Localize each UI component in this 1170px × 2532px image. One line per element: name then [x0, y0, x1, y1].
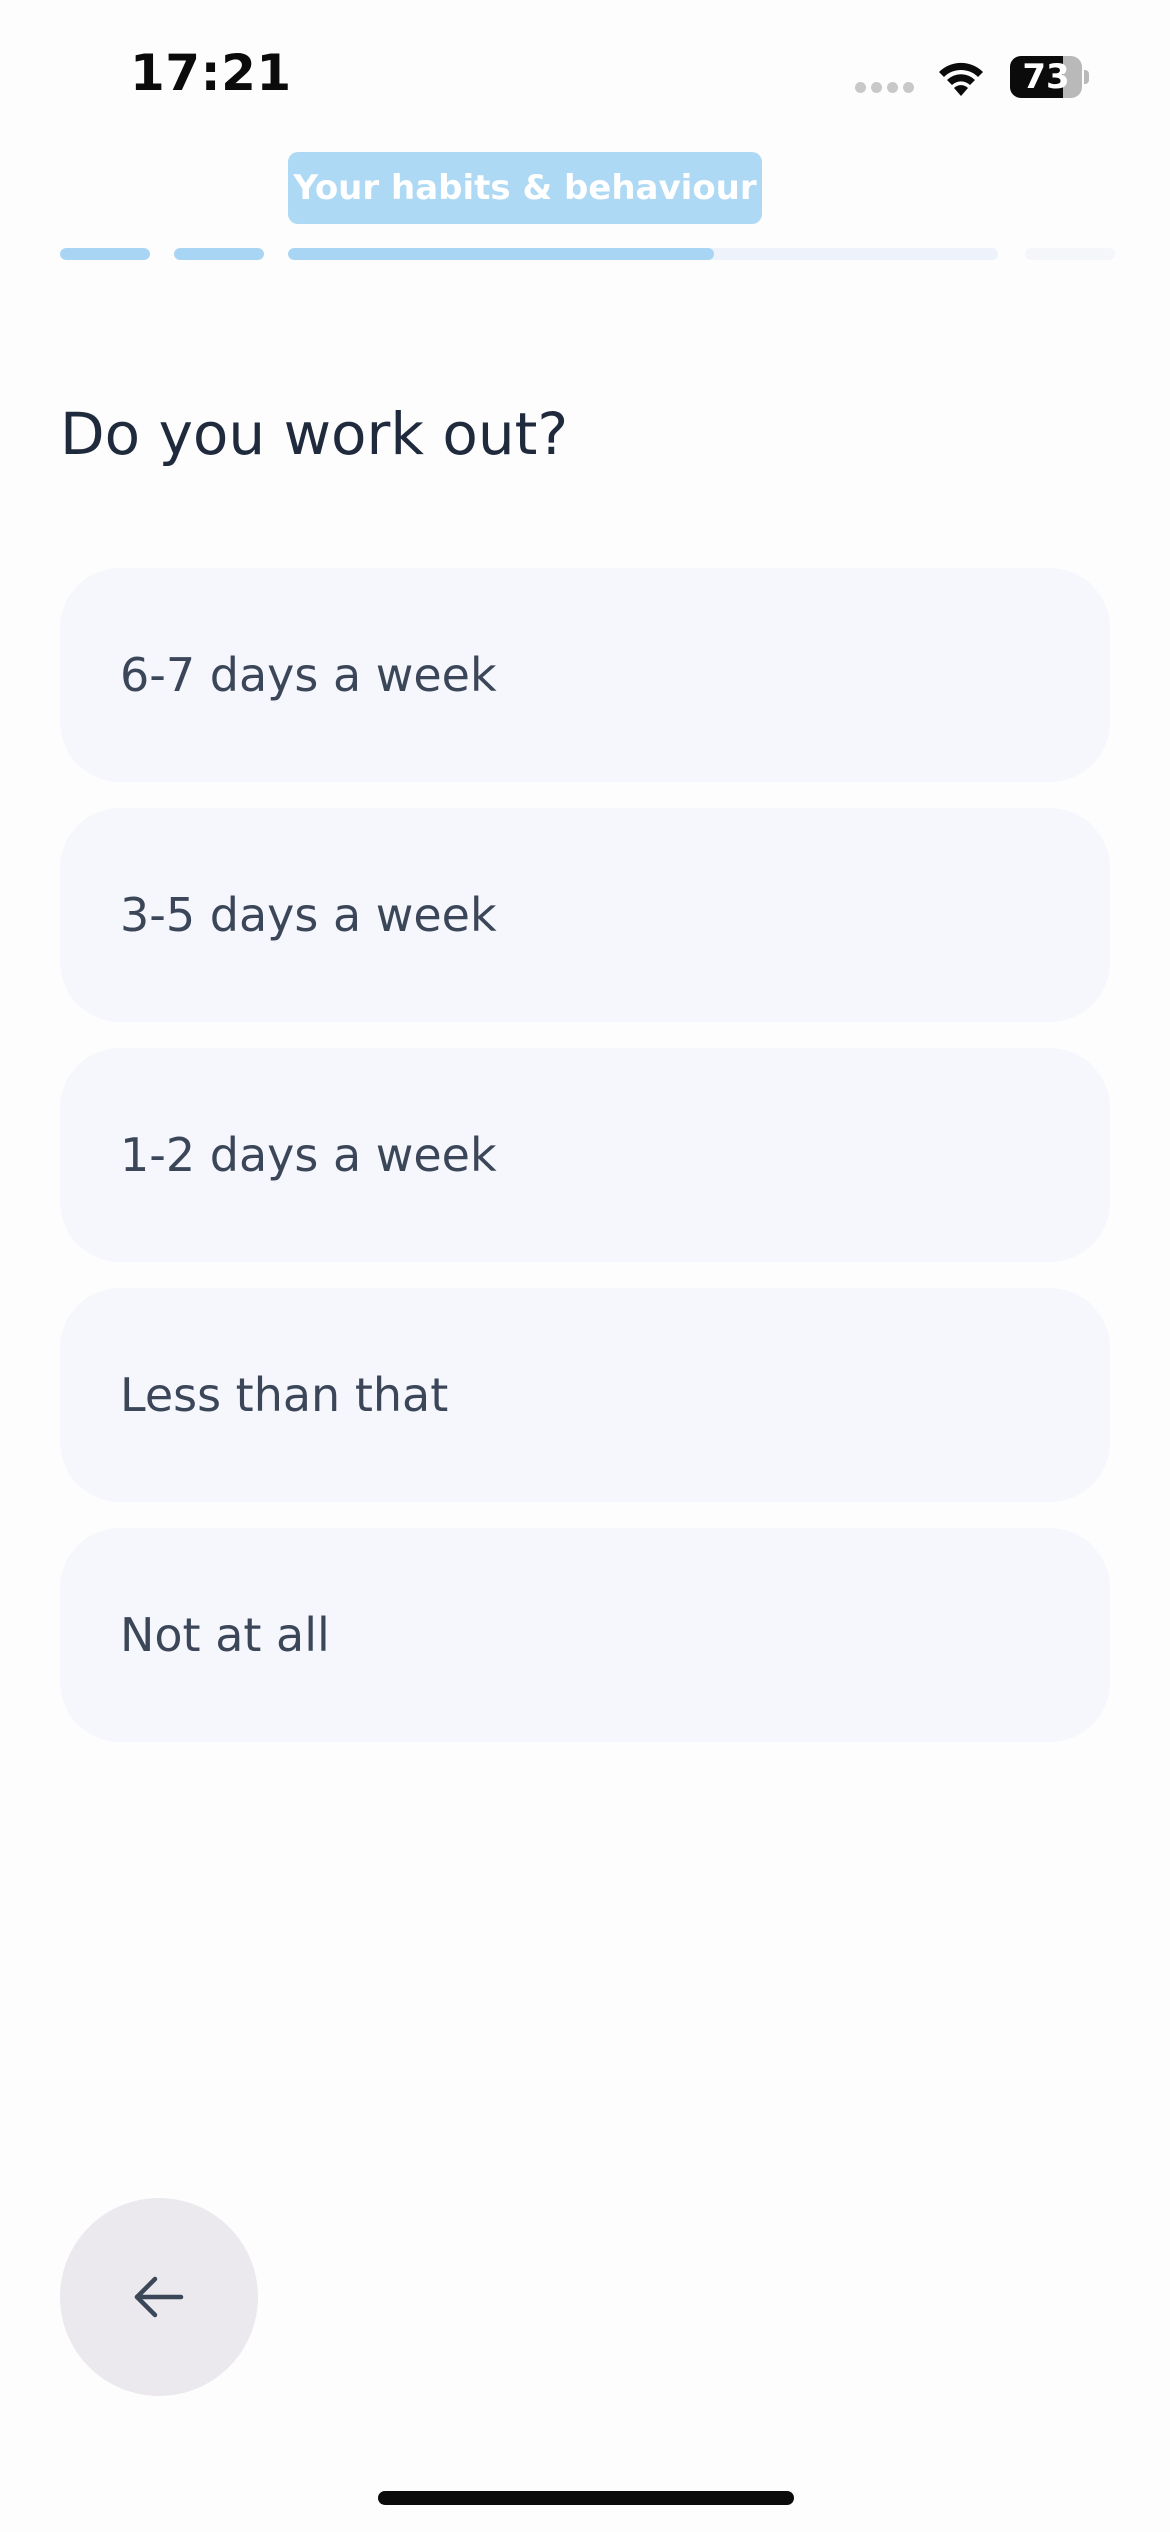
option-less-than-that[interactable]: Less than that — [60, 1288, 1110, 1502]
battery-level: 73 — [1022, 57, 1070, 97]
question-title: Do you work out? — [60, 400, 569, 468]
option-not-at-all[interactable]: Not at all — [60, 1528, 1110, 1742]
progress-segment-3 — [288, 248, 998, 260]
progress-fill-3 — [288, 248, 714, 260]
screen: 17:21 73 Your habits & behaviour Do you … — [0, 0, 1170, 2532]
progress-segment-1 — [60, 248, 150, 260]
cellular-signal-icon — [855, 82, 917, 96]
progress-segment-4 — [1025, 248, 1115, 260]
wifi-icon — [939, 62, 983, 96]
arrow-left-icon — [134, 2276, 184, 2318]
progress-segment-2 — [174, 248, 264, 260]
progress-fill-1 — [60, 248, 150, 260]
option-6-7-days[interactable]: 6-7 days a week — [60, 568, 1110, 782]
progress-fill-2 — [174, 248, 264, 260]
answer-options: 6-7 days a week 3-5 days a week 1-2 days… — [60, 568, 1110, 1768]
status-time: 17:21 — [130, 44, 292, 102]
option-1-2-days[interactable]: 1-2 days a week — [60, 1048, 1110, 1262]
home-indicator — [378, 2491, 794, 2505]
back-button[interactable] — [60, 2198, 258, 2396]
section-label: Your habits & behaviour — [288, 152, 762, 224]
option-3-5-days[interactable]: 3-5 days a week — [60, 808, 1110, 1022]
battery-icon: 73 — [1010, 56, 1090, 98]
